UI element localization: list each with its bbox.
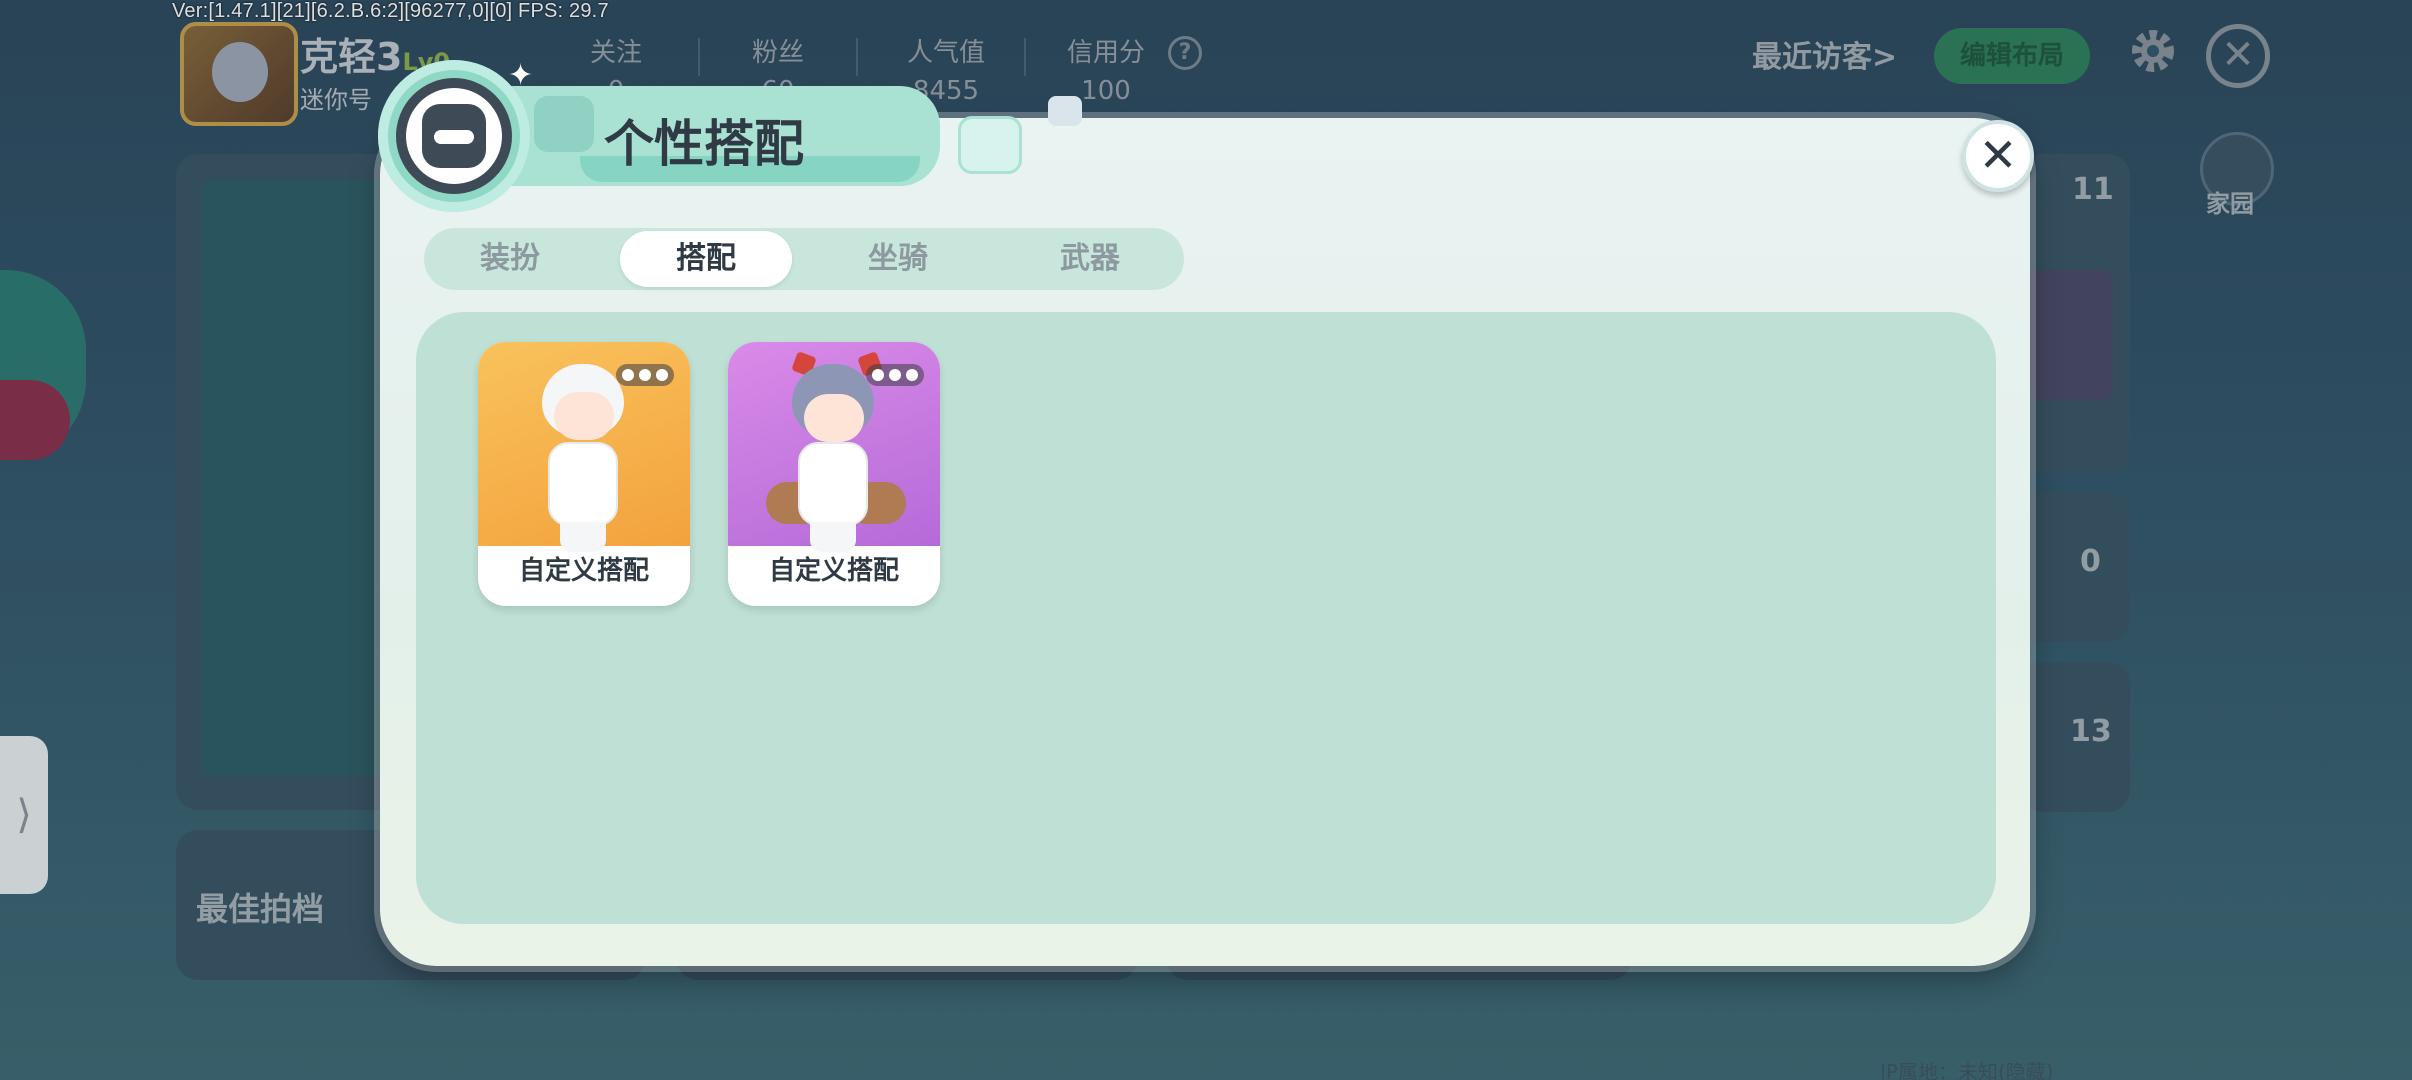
more-options-icon[interactable]	[616, 364, 674, 386]
decor-square	[1048, 96, 1082, 126]
modal-close-button[interactable]: ✕	[1962, 120, 2034, 192]
tab-dressup[interactable]: 装扮	[424, 231, 596, 287]
outfit-tabbar: 装扮 搭配 坐骑 武器	[424, 228, 1184, 290]
more-options-icon[interactable]	[866, 364, 924, 386]
decor-square	[958, 116, 1022, 174]
mascot-icon	[422, 104, 486, 168]
tab-weapon[interactable]: 武器	[1004, 231, 1176, 287]
sparkle-icon: ✦	[508, 58, 534, 93]
outfit-card[interactable]: 自定义搭配	[478, 342, 690, 606]
modal-title: 个性搭配	[604, 115, 804, 173]
tab-mount[interactable]: 坐骑	[812, 231, 984, 287]
decor-square	[534, 96, 594, 152]
outfit-card-label: 自定义搭配	[768, 556, 899, 586]
tab-outfit[interactable]: 搭配	[620, 231, 792, 287]
outfit-card[interactable]: 自定义搭配	[728, 342, 940, 606]
outfit-card-label: 自定义搭配	[518, 556, 649, 586]
